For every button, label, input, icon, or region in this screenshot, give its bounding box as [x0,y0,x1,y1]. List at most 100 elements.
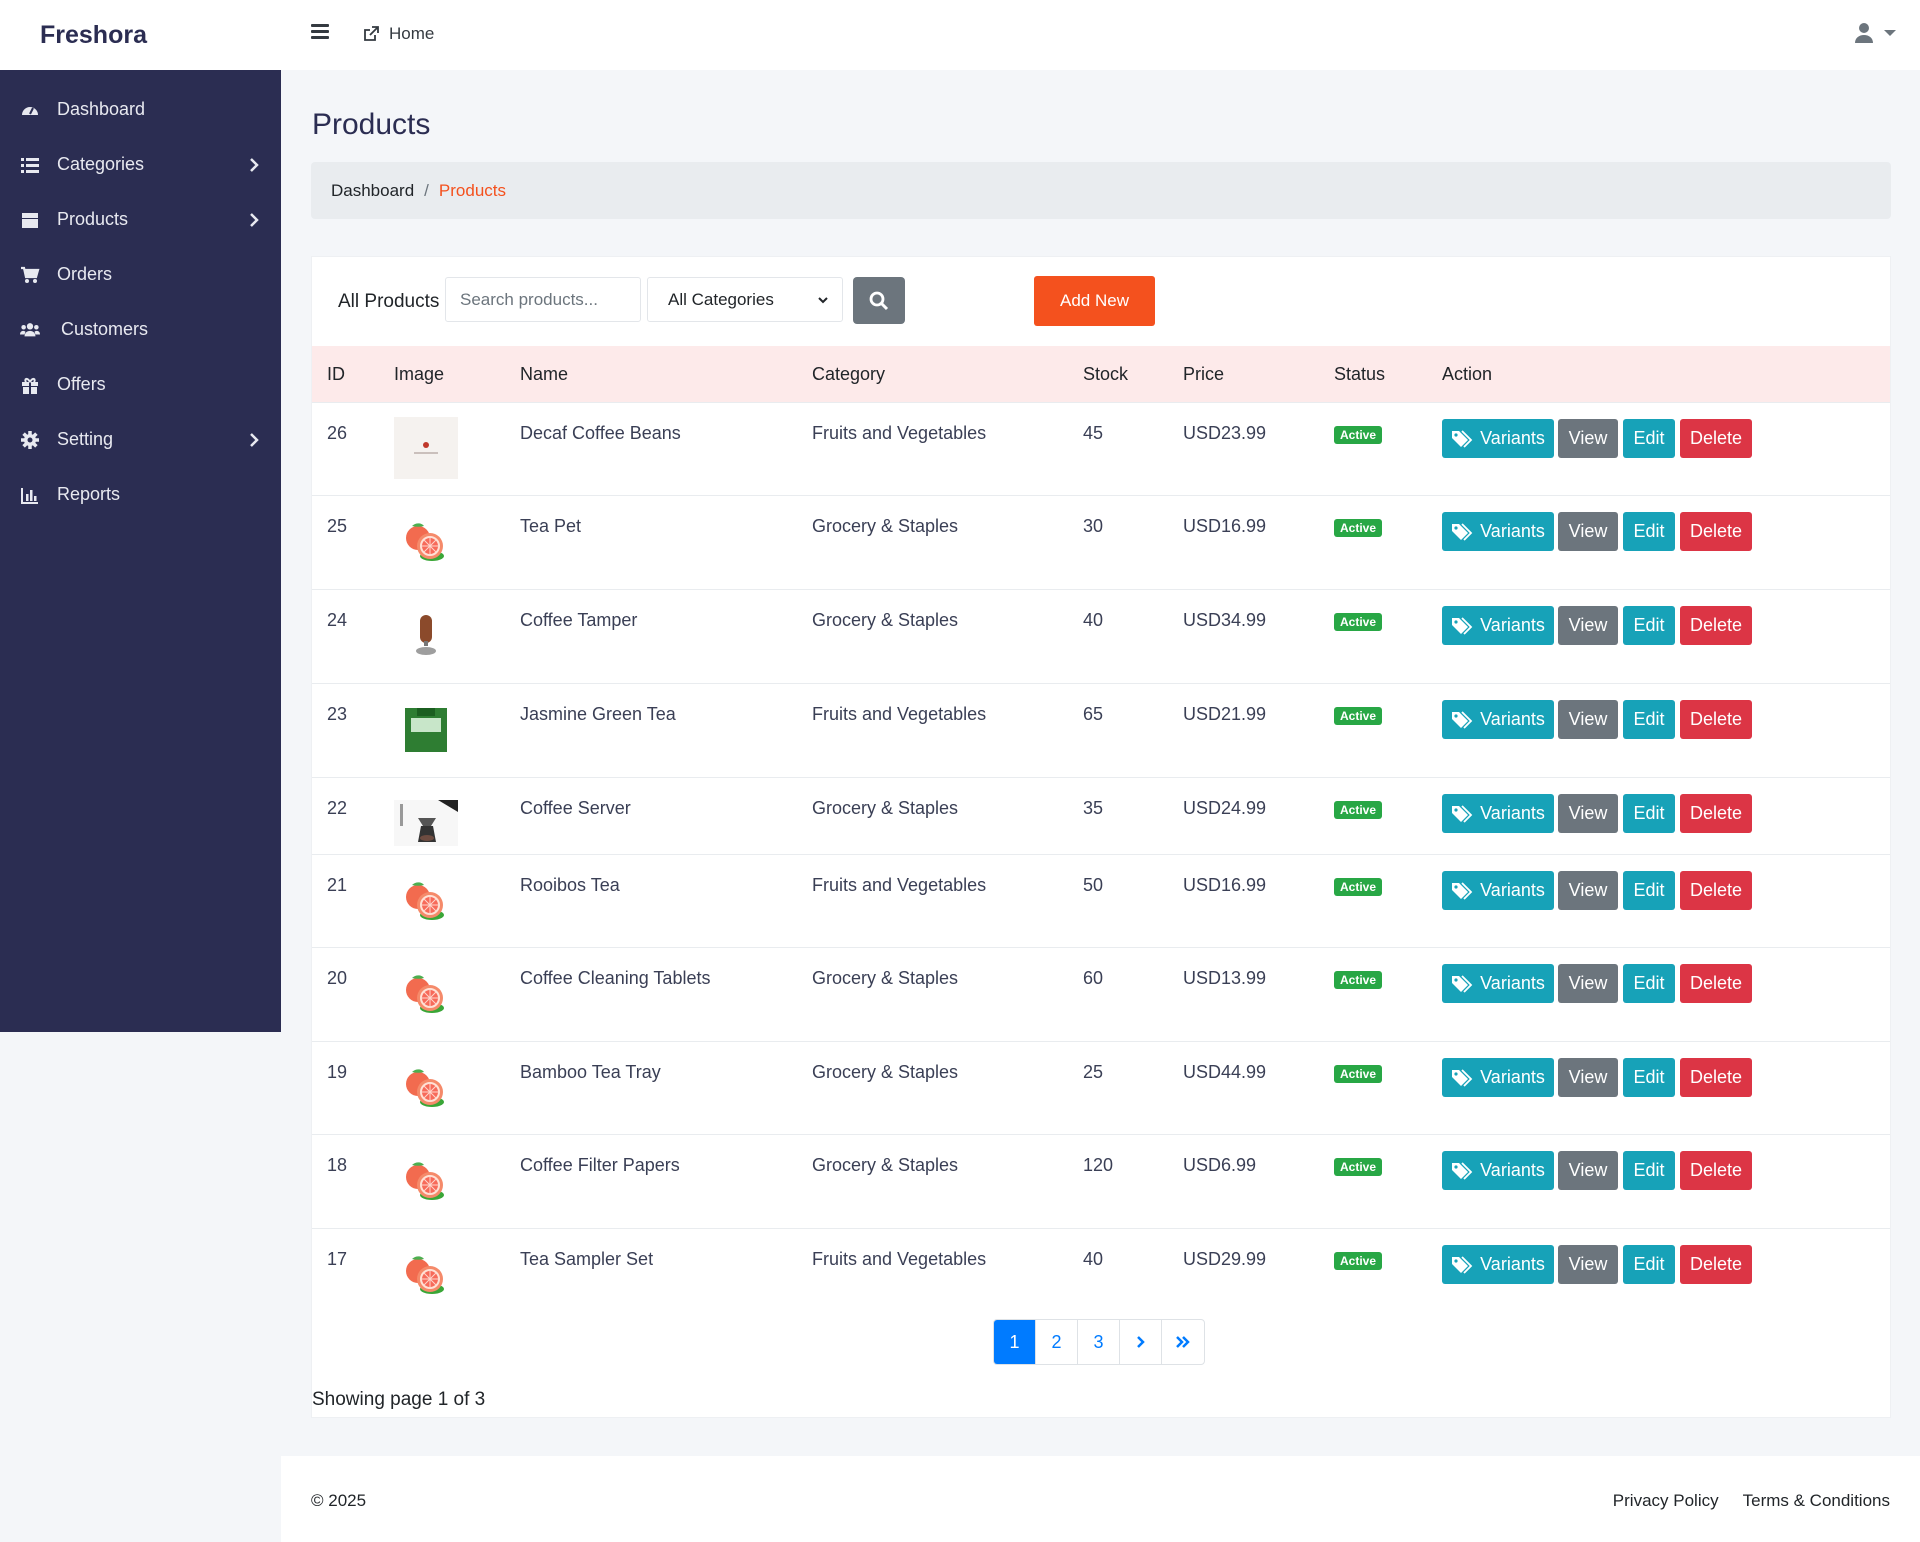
variants-label: Variants [1480,428,1545,448]
variants-button[interactable]: Variants [1442,700,1554,739]
variants-button[interactable]: Variants [1442,1151,1554,1190]
variants-button[interactable]: Variants [1442,964,1554,1003]
category-select[interactable]: All Categories [647,277,843,322]
cell-category: Grocery & Staples [812,516,959,536]
breadcrumb-dashboard-link[interactable]: Dashboard [331,181,414,201]
add-new-button[interactable]: Add New [1034,276,1155,326]
menu-toggle-icon[interactable] [311,24,329,44]
user-menu[interactable] [1854,22,1896,44]
view-button[interactable]: View [1558,700,1618,739]
delete-button[interactable]: Delete [1680,794,1752,833]
view-button[interactable]: View [1558,512,1618,551]
variants-button[interactable]: Variants [1442,794,1554,833]
view-button[interactable]: View [1558,794,1618,833]
page-3-button[interactable]: 3 [1078,1320,1120,1364]
delete-button[interactable]: Delete [1680,964,1752,1003]
cell-price: USD16.99 [1183,875,1267,895]
last-page-button[interactable] [1162,1320,1204,1364]
view-button[interactable]: View [1558,964,1618,1003]
next-page-button[interactable] [1120,1320,1162,1364]
delete-button[interactable]: Delete [1680,1151,1752,1190]
view-button[interactable]: View [1558,1058,1618,1097]
delete-button[interactable]: Delete [1680,1245,1752,1284]
breadcrumb-current: Products [438,180,506,200]
variants-button[interactable]: Variants [1442,871,1554,910]
view-button[interactable]: View [1558,606,1618,645]
delete-button[interactable]: Delete [1680,512,1752,551]
sidebar-item-orders[interactable]: Orders [0,253,281,297]
delete-button[interactable]: Delete [1680,1058,1752,1097]
edit-button[interactable]: Edit [1623,606,1675,645]
sidebar-item-categories[interactable]: Categories [0,143,281,187]
product-thumbnail [394,1149,458,1211]
sidebar-item-offers[interactable]: Offers [0,363,281,407]
delete-button[interactable]: Delete [1680,700,1752,739]
edit-button[interactable]: Edit [1623,1151,1675,1190]
cell-name: Tea Sampler Set [520,1249,654,1269]
tags-icon [1452,804,1473,823]
product-thumbnail [394,869,458,931]
sidebar-item-label: Customers [61,319,149,339]
delete-button[interactable]: Delete [1680,871,1752,910]
table-row: 23 Jasmine Green Tea Fruits and Vegetables… [312,683,1890,777]
tags-icon [1452,616,1473,635]
page-2-button[interactable]: 2 [1036,1320,1078,1364]
edit-button[interactable]: Edit [1623,794,1675,833]
terms-link[interactable]: Terms & Conditions [1743,1491,1890,1511]
sidebar-item-products[interactable]: Products [0,198,281,242]
cell-category: Grocery & Staples [812,798,959,818]
coffee-server-image [394,800,458,846]
sidebar-item-customers[interactable]: Customers [0,308,281,352]
tags-icon [1452,710,1473,729]
edit-button[interactable]: Edit [1623,1058,1675,1097]
sidebar-item-label: Reports [57,484,121,504]
brand-logo[interactable]: Freshora [0,0,281,70]
sidebar-item-reports[interactable]: Reports [0,473,281,517]
cell-category: Grocery & Staples [812,1155,959,1175]
status-badge: Active [1334,1252,1383,1270]
variants-button[interactable]: Variants [1442,606,1554,645]
cell-category: Fruits and Vegetables [812,423,987,443]
search-input[interactable] [445,277,641,322]
pagination: 1 2 3 [993,1319,1205,1365]
table-row: 19 Bamboo Tea Tray Grocery & Staples 25 USD4… [312,1041,1890,1134]
view-button[interactable]: View [1558,871,1618,910]
edit-button[interactable]: Edit [1623,964,1675,1003]
brand-name: Freshora [40,20,147,49]
sidebar-item-label: Dashboard [57,99,146,119]
chevron-right-icon [250,158,259,172]
sidebar-item-label: Categories [57,154,145,174]
view-button[interactable]: View [1558,419,1618,458]
col-header-stock: Stock [1083,364,1129,384]
variants-button[interactable]: Variants [1442,1245,1554,1284]
cell-id: 17 [327,1249,348,1269]
home-link[interactable]: Home [363,24,434,44]
edit-button[interactable]: Edit [1623,419,1675,458]
delete-button[interactable]: Delete [1680,419,1752,458]
cell-category: Fruits and Vegetables [812,875,987,895]
variants-button[interactable]: Variants [1442,1058,1554,1097]
edit-button[interactable]: Edit [1623,1245,1675,1284]
users-icon [20,323,40,337]
table-row: 26 Decaf Coffee Beans Fruits and Vegetable… [312,402,1890,495]
cell-id: 26 [327,423,348,443]
sidebar-item-setting[interactable]: Setting [0,418,281,462]
grapefruit-image [406,1162,444,1200]
sidebar-item-dashboard[interactable]: Dashboard [0,88,281,132]
variants-button[interactable]: Variants [1442,419,1554,458]
cell-price: USD16.99 [1183,516,1267,536]
variants-button[interactable]: Variants [1442,512,1554,551]
edit-button[interactable]: Edit [1623,871,1675,910]
tags-icon [1452,1068,1473,1087]
search-button[interactable] [853,277,905,324]
edit-button[interactable]: Edit [1623,700,1675,739]
delete-button[interactable]: Delete [1680,606,1752,645]
edit-button[interactable]: Edit [1623,512,1675,551]
view-button[interactable]: View [1558,1245,1618,1284]
page-1-button[interactable]: 1 [994,1320,1036,1364]
privacy-policy-link[interactable]: Privacy Policy [1613,1491,1719,1511]
grapefruit-image [406,882,444,920]
view-button[interactable]: View [1558,1151,1618,1190]
chevron-right-icon [1136,1336,1145,1348]
cell-stock: 45 [1083,423,1104,443]
